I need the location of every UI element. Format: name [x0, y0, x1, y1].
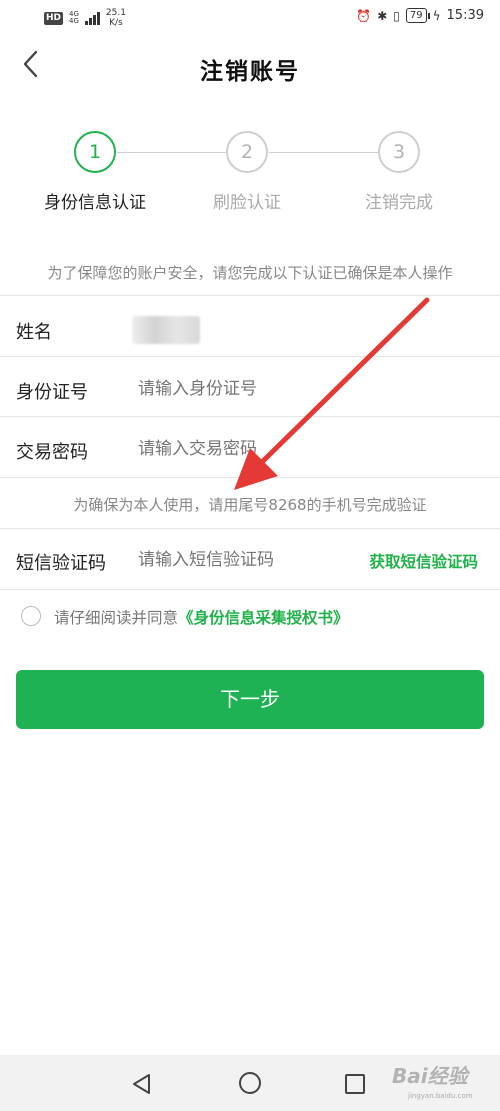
next-step-button[interactable]: 下一步	[16, 670, 484, 729]
divider	[0, 477, 500, 478]
agreement-prefix: 请仔细阅读并同意	[54, 609, 179, 627]
watermark-logo: Bai经验	[392, 1064, 468, 1088]
step-3-circle: 3	[378, 131, 420, 173]
nav-recent-button[interactable]	[345, 1074, 365, 1094]
step-2-label: 刷脸认证	[213, 193, 281, 213]
vibrate-icon: ▯	[393, 8, 400, 23]
divider	[0, 416, 500, 417]
step-2-circle: 2	[226, 131, 268, 173]
status-time: 15:39	[446, 8, 484, 23]
name-value-redacted	[132, 316, 200, 344]
status-right: ⏰ ✱ ▯ 79 ϟ 15:39	[356, 8, 484, 23]
authorization-doc-link[interactable]: 《身份信息采集授权书》	[178, 609, 349, 627]
name-label: 姓名	[16, 322, 52, 343]
divider	[0, 356, 500, 357]
network-type: 4G 4G	[69, 10, 79, 25]
id-number-input[interactable]	[138, 379, 338, 399]
trade-password-label: 交易密码	[16, 442, 88, 463]
nav-home-button[interactable]	[239, 1072, 261, 1094]
sms-code-input[interactable]	[138, 550, 328, 570]
step-3-label: 注销完成	[365, 193, 433, 213]
status-left: HD 4G 4G 25.1 K/s	[44, 8, 126, 28]
phone-verify-note: 为确保为本人使用，请用尾号8268的手机号完成验证	[73, 496, 427, 514]
page-title: 注销账号	[200, 58, 300, 85]
divider	[0, 589, 500, 590]
charging-icon: ϟ	[432, 8, 441, 23]
battery-icon: 79	[405, 8, 430, 23]
step-connector-2	[269, 152, 379, 153]
nav-back-button[interactable]	[131, 1073, 153, 1095]
step-connector-1	[117, 152, 227, 153]
agreement-text: 请仔细阅读并同意《身份信息采集授权书》	[54, 606, 349, 628]
bluetooth-icon: ✱	[377, 8, 388, 23]
hd-badge: HD	[44, 11, 64, 25]
step-1-label: 身份信息认证	[44, 193, 146, 213]
watermark-url: jingyan.baidu.com	[408, 1092, 473, 1100]
divider	[0, 528, 500, 529]
triangle-back-icon	[133, 1074, 150, 1094]
signal-icon	[84, 11, 100, 25]
agreement-checkbox[interactable]	[21, 606, 41, 626]
security-notice: 为了保障您的账户安全，请您完成以下认证已确保是本人操作	[47, 264, 453, 282]
id-number-label: 身份证号	[16, 382, 88, 403]
status-bar: HD 4G 4G 25.1 K/s ⏰ ✱ ▯ 79 ϟ 15:39	[0, 0, 500, 34]
step-1-circle: 1	[74, 131, 116, 173]
alarm-icon: ⏰	[356, 8, 372, 23]
network-speed: 25.1 K/s	[105, 8, 126, 28]
get-sms-code-link[interactable]: 获取短信验证码	[369, 550, 478, 572]
trade-password-input[interactable]	[138, 439, 338, 459]
divider	[0, 295, 500, 296]
sms-code-label: 短信验证码	[16, 553, 106, 574]
